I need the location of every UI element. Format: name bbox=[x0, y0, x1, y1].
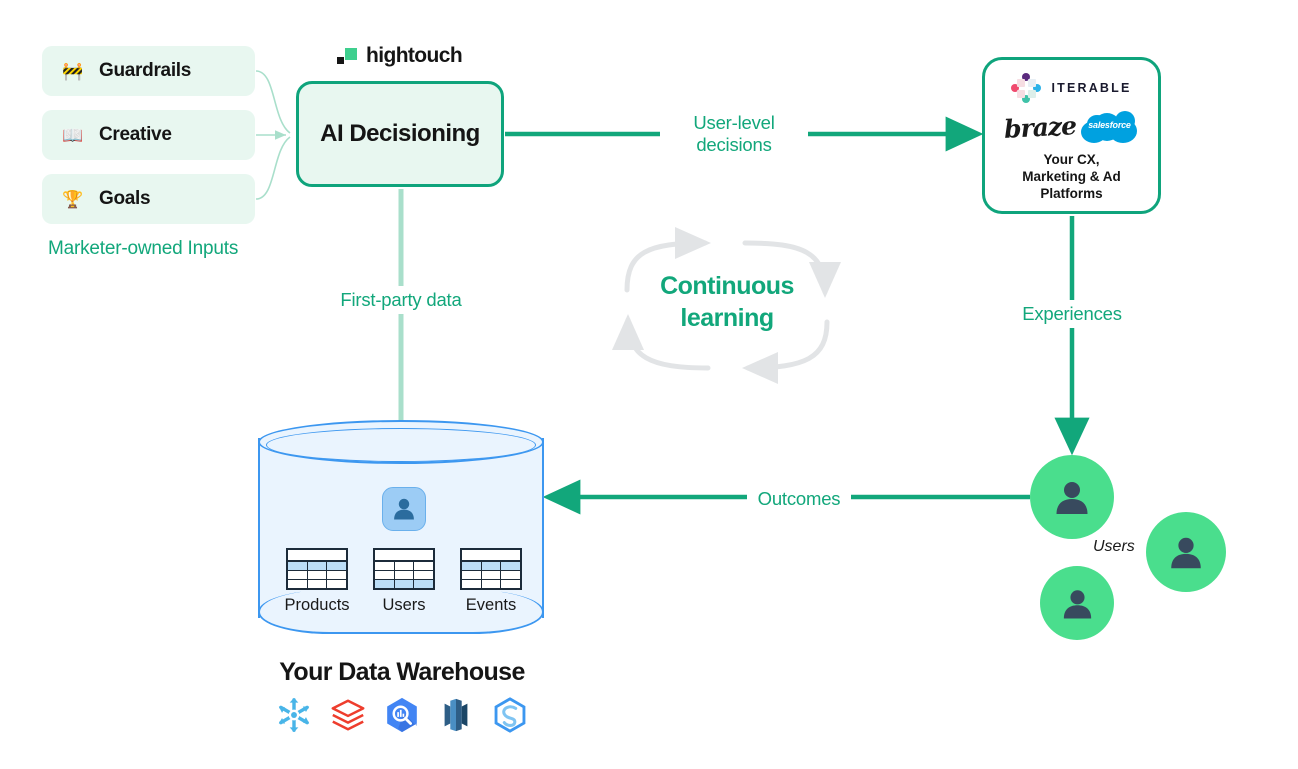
person-icon bbox=[394, 498, 414, 520]
ai-decisioning-title: AI Decisioning bbox=[320, 120, 480, 147]
platforms-caption-line-3: Platforms bbox=[1040, 185, 1103, 201]
person-icon bbox=[1171, 537, 1201, 569]
edge-label-user-level-decisions: User-level decisions bbox=[660, 110, 808, 159]
continuous-learning-line-2: learning bbox=[680, 304, 774, 332]
brand-logos-row: braze salesforce bbox=[1002, 107, 1140, 147]
events-table-icon bbox=[460, 548, 522, 590]
user-level-line-2: decisions bbox=[696, 134, 772, 156]
braze-wordmark: braze bbox=[1002, 110, 1077, 144]
input-card-label: Creative bbox=[99, 124, 172, 145]
ai-decisioning-box[interactable]: AI Decisioning bbox=[296, 81, 504, 187]
edge-label-first-party-data: First-party data bbox=[334, 286, 468, 315]
products-table-label: Products bbox=[284, 596, 350, 614]
hightouch-logo: hightouch bbox=[337, 44, 463, 68]
snowflake-logo bbox=[278, 697, 310, 733]
data-warehouse-cylinder: Products Users Events bbox=[258, 420, 544, 635]
book-icon: 📖 bbox=[62, 125, 84, 145]
user-avatar bbox=[1146, 512, 1226, 592]
input-connectors bbox=[255, 70, 291, 200]
bigquery-logo bbox=[387, 697, 417, 733]
continuous-learning-group: Continuous learning bbox=[612, 232, 842, 377]
products-table-icon bbox=[286, 548, 348, 590]
input-card-goals[interactable]: 🏆 Goals bbox=[42, 174, 255, 224]
trophy-icon: 🏆 bbox=[62, 189, 84, 209]
hightouch-wordmark: hightouch bbox=[366, 44, 463, 67]
synapse-logo bbox=[494, 697, 526, 733]
person-icon bbox=[1063, 589, 1091, 618]
salesforce-logo: salesforce bbox=[1079, 107, 1139, 147]
users-table-icon bbox=[373, 548, 435, 590]
input-card-creative[interactable]: 📖 Creative bbox=[42, 110, 255, 160]
person-icon bbox=[1056, 482, 1088, 514]
hightouch-mark-icon bbox=[337, 48, 357, 64]
platforms-caption: Your CX, Marketing & Ad Platforms bbox=[1022, 152, 1121, 203]
edge-label-outcomes: Outcomes bbox=[747, 485, 851, 514]
platforms-caption-line-1: Your CX, bbox=[1043, 152, 1100, 167]
redshift-logo bbox=[444, 698, 468, 732]
iterable-logo: ITERABLE bbox=[1011, 73, 1131, 103]
iterable-mark-icon bbox=[1011, 73, 1042, 103]
iterable-wordmark: ITERABLE bbox=[1051, 81, 1132, 95]
salesforce-wordmark: salesforce bbox=[1088, 120, 1131, 130]
input-card-label: Goals bbox=[99, 188, 151, 209]
continuous-learning-label: Continuous learning bbox=[612, 270, 842, 334]
databricks-logo bbox=[331, 699, 365, 731]
users-cluster-label: Users bbox=[1093, 538, 1135, 555]
users-table-label: Users bbox=[382, 596, 426, 614]
barrier-icon: 🚧 bbox=[62, 61, 84, 81]
user-avatar bbox=[1040, 566, 1114, 640]
user-entity-icon bbox=[382, 487, 426, 531]
data-warehouse-title: Your Data Warehouse bbox=[279, 658, 525, 686]
cylinder-top-inner-ring bbox=[266, 428, 536, 462]
input-card-label: Guardrails bbox=[99, 60, 192, 81]
platforms-caption-line-2: Marketing & Ad bbox=[1022, 168, 1121, 184]
diagram-canvas: 🚧 Guardrails 📖 Creative 🏆 Goals Marketer… bbox=[0, 0, 1298, 769]
user-level-line-1: User-level bbox=[693, 112, 775, 133]
continuous-learning-line-1: Continuous bbox=[660, 272, 794, 300]
input-card-guardrails[interactable]: 🚧 Guardrails bbox=[42, 46, 255, 96]
user-avatar bbox=[1030, 455, 1114, 539]
events-table-label: Events bbox=[465, 596, 517, 614]
edge-label-experiences: Experiences bbox=[1012, 300, 1132, 329]
marketer-owned-inputs-caption: Marketer-owned Inputs bbox=[48, 238, 239, 259]
cx-marketing-ad-platforms-box[interactable]: ITERABLE braze salesforce Your CX, Marke… bbox=[982, 57, 1161, 214]
warehouse-vendor-logos bbox=[200, 696, 604, 734]
